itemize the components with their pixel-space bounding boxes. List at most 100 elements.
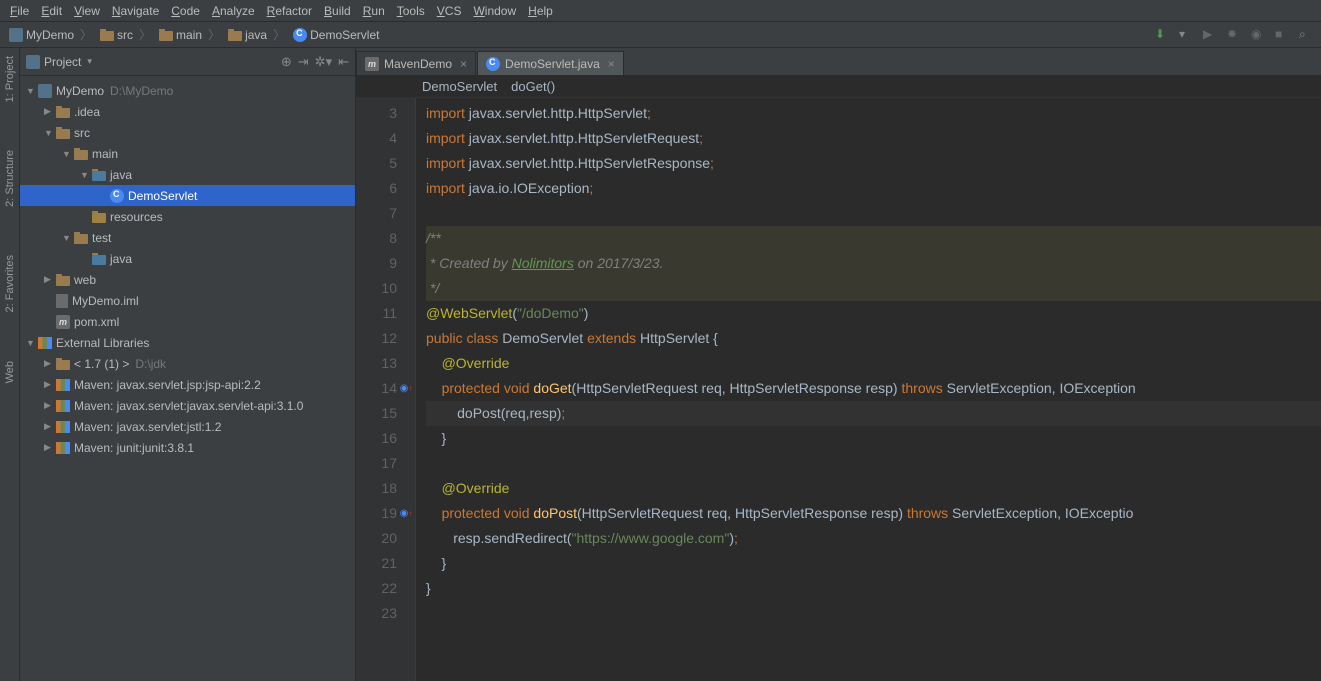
breadcrumb-src[interactable]: src〉 <box>97 25 154 44</box>
editor-crumb[interactable]: DemoServlet <box>422 79 497 94</box>
tree-node-java[interactable]: ▼java <box>20 164 355 185</box>
expand-arrow-icon[interactable]: ▼ <box>26 86 38 96</box>
tree-node-src[interactable]: ▼src <box>20 122 355 143</box>
breadcrumb-main[interactable]: main〉 <box>156 25 223 44</box>
menu-navigate[interactable]: Navigate <box>106 2 165 20</box>
expand-arrow-icon[interactable]: ▶ <box>44 400 56 411</box>
library-icon <box>56 421 70 433</box>
debug-icon[interactable]: ✸ <box>1227 27 1243 43</box>
locate-icon[interactable]: ⊕ <box>281 54 292 70</box>
menu-code[interactable]: Code <box>165 2 206 20</box>
code-line[interactable]: resp.sendRedirect("https://www.google.co… <box>426 526 1321 551</box>
tool-tab-web[interactable]: Web <box>3 357 17 387</box>
tree-node-mavenjavaxservletjspjspapi22[interactable]: ▶Maven: javax.servlet.jsp:jsp-api:2.2 <box>20 374 355 395</box>
tree-node-idea[interactable]: ▶.idea <box>20 101 355 122</box>
tree-node-test[interactable]: ▼test <box>20 227 355 248</box>
stop-icon[interactable]: ■ <box>1275 27 1291 43</box>
menu-vcs[interactable]: VCS <box>431 2 468 20</box>
menu-file[interactable]: File <box>4 2 35 20</box>
expand-arrow-icon[interactable]: ▶ <box>44 106 56 117</box>
menu-build[interactable]: Build <box>318 2 357 20</box>
code-editor[interactable]: 34567891011121314151617181920212223◉↑◉↑ … <box>356 98 1321 681</box>
code-line[interactable]: @Override <box>426 351 1321 376</box>
source-code[interactable]: import javax.servlet.http.HttpServlet;im… <box>416 98 1321 681</box>
expand-arrow-icon[interactable]: ▶ <box>44 274 56 285</box>
close-icon[interactable]: × <box>460 57 467 71</box>
tool-tab-project[interactable]: 1: Project <box>3 52 17 106</box>
expand-arrow-icon[interactable]: ▼ <box>62 233 74 243</box>
code-line[interactable]: doPost(req,resp); <box>426 401 1321 426</box>
menu-help[interactable]: Help <box>522 2 559 20</box>
editor-crumb[interactable]: doGet() <box>511 79 555 94</box>
tree-node-171[interactable]: ▶< 1.7 (1) >D:\jdk <box>20 353 355 374</box>
close-icon[interactable]: × <box>608 57 615 71</box>
tree-node-mydemoiml[interactable]: MyDemo.iml <box>20 290 355 311</box>
expand-arrow-icon[interactable]: ▶ <box>44 442 56 453</box>
tree-node-resources[interactable]: resources <box>20 206 355 227</box>
tree-node-java[interactable]: java <box>20 248 355 269</box>
collapse-icon[interactable]: ⇥ <box>298 54 309 70</box>
expand-arrow-icon[interactable]: ▶ <box>44 421 56 432</box>
menu-analyze[interactable]: Analyze <box>206 2 261 20</box>
breadcrumb-mydemo[interactable]: MyDemo〉 <box>6 25 95 44</box>
code-line[interactable]: protected void doPost(HttpServletRequest… <box>426 501 1321 526</box>
menu-edit[interactable]: Edit <box>35 2 68 20</box>
code-line[interactable] <box>426 451 1321 476</box>
code-line[interactable]: import javax.servlet.http.HttpServletRes… <box>426 151 1321 176</box>
tree-node-mavenjavaxservletjavaxservletapi310[interactable]: ▶Maven: javax.servlet:javax.servlet-api:… <box>20 395 355 416</box>
code-line[interactable]: } <box>426 551 1321 576</box>
tree-node-mydemo[interactable]: ▼MyDemoD:\MyDemo <box>20 80 355 101</box>
tree-node-web[interactable]: ▶web <box>20 269 355 290</box>
breadcrumb-java[interactable]: java〉 <box>225 25 288 44</box>
code-line[interactable]: public class DemoServlet extends HttpSer… <box>426 326 1321 351</box>
menu-tools[interactable]: Tools <box>391 2 431 20</box>
code-line[interactable]: import javax.servlet.http.HttpServletReq… <box>426 126 1321 151</box>
code-line[interactable] <box>426 201 1321 226</box>
code-line[interactable]: } <box>426 576 1321 601</box>
override-icon[interactable]: ◉↑ <box>399 376 413 401</box>
code-line[interactable]: import javax.servlet.http.HttpServlet; <box>426 101 1321 126</box>
tree-node-pomxml[interactable]: mpom.xml <box>20 311 355 332</box>
expand-arrow-icon[interactable]: ▼ <box>26 338 38 348</box>
expand-arrow-icon[interactable]: ▼ <box>44 128 56 138</box>
code-line[interactable]: /** <box>426 226 1321 251</box>
menu-view[interactable]: View <box>68 2 106 20</box>
project-view-dropdown[interactable]: ▾ <box>87 56 92 67</box>
run-icon[interactable]: ▶ <box>1203 27 1219 43</box>
tree-node-demoservlet[interactable]: DemoServlet <box>20 185 355 206</box>
menu-run[interactable]: Run <box>357 2 391 20</box>
build-icon[interactable]: ⬇ <box>1155 27 1171 43</box>
tab-mavendemo[interactable]: mMavenDemo× <box>356 51 476 75</box>
settings-icon[interactable]: ✲▾ <box>315 54 332 70</box>
hide-icon[interactable]: ⇤ <box>338 54 349 70</box>
tab-demoservletjava[interactable]: DemoServlet.java× <box>477 51 624 75</box>
code-line[interactable]: * Created by Nolimitors on 2017/3/23. <box>426 251 1321 276</box>
resource-folder-icon <box>92 213 106 223</box>
tree-node-mavenjavaxservletjstl12[interactable]: ▶Maven: javax.servlet:jstl:1.2 <box>20 416 355 437</box>
search-icon[interactable]: ⌕ <box>1299 27 1315 43</box>
code-line[interactable]: @Override <box>426 476 1321 501</box>
code-line[interactable]: @WebServlet("/doDemo") <box>426 301 1321 326</box>
tool-tab-favorites[interactable]: 2: Favorites <box>3 251 17 316</box>
menu-window[interactable]: Window <box>467 2 522 20</box>
code-line[interactable]: */ <box>426 276 1321 301</box>
tree-node-main[interactable]: ▼main <box>20 143 355 164</box>
expand-arrow-icon[interactable]: ▶ <box>44 379 56 390</box>
code-line[interactable]: } <box>426 426 1321 451</box>
source-folder-icon <box>92 255 106 265</box>
code-line[interactable]: protected void doGet(HttpServletRequest … <box>426 376 1321 401</box>
tool-tab-structure[interactable]: 2: Structure <box>3 146 17 211</box>
code-line[interactable]: import java.io.IOException; <box>426 176 1321 201</box>
breadcrumb-demoservlet[interactable]: DemoServlet <box>290 27 382 43</box>
menu-refactor[interactable]: Refactor <box>261 2 318 20</box>
run-config-dropdown[interactable]: ▾ <box>1179 27 1195 43</box>
expand-arrow-icon[interactable]: ▼ <box>62 149 74 159</box>
expand-arrow-icon[interactable]: ▼ <box>80 170 92 180</box>
tree-node-externallibraries[interactable]: ▼External Libraries <box>20 332 355 353</box>
tree-node-mavenjunitjunit381[interactable]: ▶Maven: junit:junit:3.8.1 <box>20 437 355 458</box>
coverage-icon[interactable]: ◉ <box>1251 27 1267 43</box>
source-folder-icon <box>92 171 106 181</box>
override-icon[interactable]: ◉↑ <box>399 501 413 526</box>
code-line[interactable] <box>426 601 1321 626</box>
expand-arrow-icon[interactable]: ▶ <box>44 358 56 369</box>
